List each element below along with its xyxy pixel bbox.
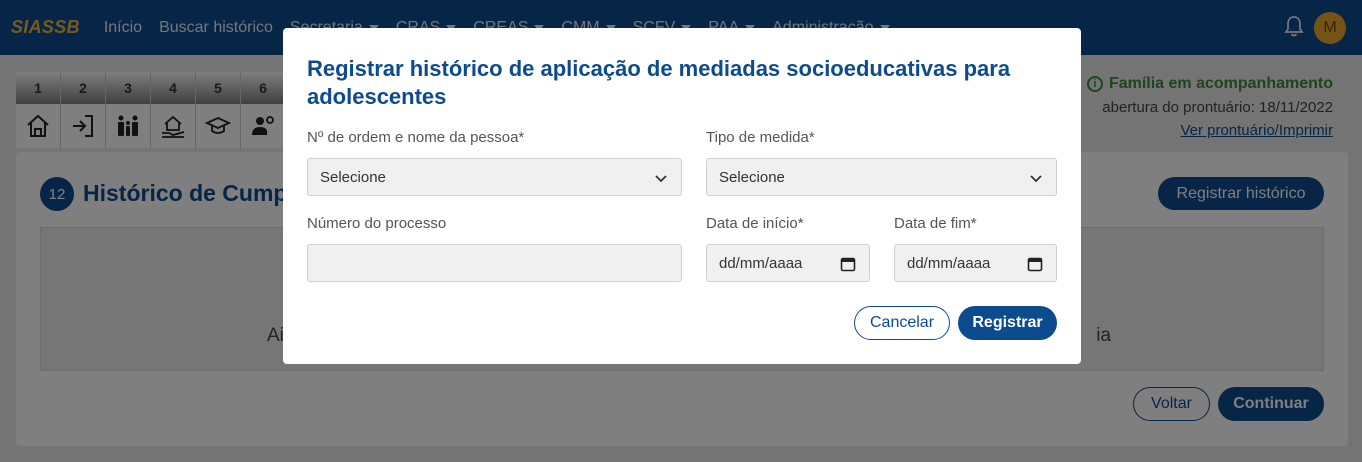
register-button[interactable]: Registrar bbox=[958, 306, 1057, 340]
end-date-input[interactable]: dd/mm/aaaa bbox=[894, 244, 1057, 282]
end-date-label: Data de fim* bbox=[894, 215, 977, 232]
process-number-input[interactable] bbox=[307, 244, 682, 282]
calendar-icon[interactable] bbox=[1027, 256, 1043, 272]
person-select[interactable]: Selecione bbox=[307, 158, 682, 196]
measure-type-value: Selecione bbox=[719, 168, 785, 186]
modal-title: Registrar histórico de aplicação de medi… bbox=[307, 56, 1011, 109]
measure-type-label: Tipo de medida* bbox=[706, 129, 815, 146]
end-date-placeholder: dd/mm/aaaa bbox=[907, 254, 991, 272]
chevron-down-icon bbox=[1030, 175, 1042, 183]
person-label: Nº de ordem e nome da pessoa* bbox=[307, 129, 525, 146]
start-date-label: Data de início* bbox=[706, 215, 804, 232]
start-date-input[interactable]: dd/mm/aaaa bbox=[706, 244, 870, 282]
cancel-button[interactable]: Cancelar bbox=[854, 306, 950, 340]
measure-type-select[interactable]: Selecione bbox=[706, 158, 1057, 196]
chevron-down-icon bbox=[655, 175, 667, 183]
person-select-value: Selecione bbox=[320, 168, 386, 186]
calendar-icon[interactable] bbox=[840, 256, 856, 272]
register-history-modal: Registrar histórico de aplicação de medi… bbox=[283, 28, 1081, 364]
start-date-placeholder: dd/mm/aaaa bbox=[719, 254, 803, 272]
process-number-label: Número do processo bbox=[307, 215, 447, 232]
